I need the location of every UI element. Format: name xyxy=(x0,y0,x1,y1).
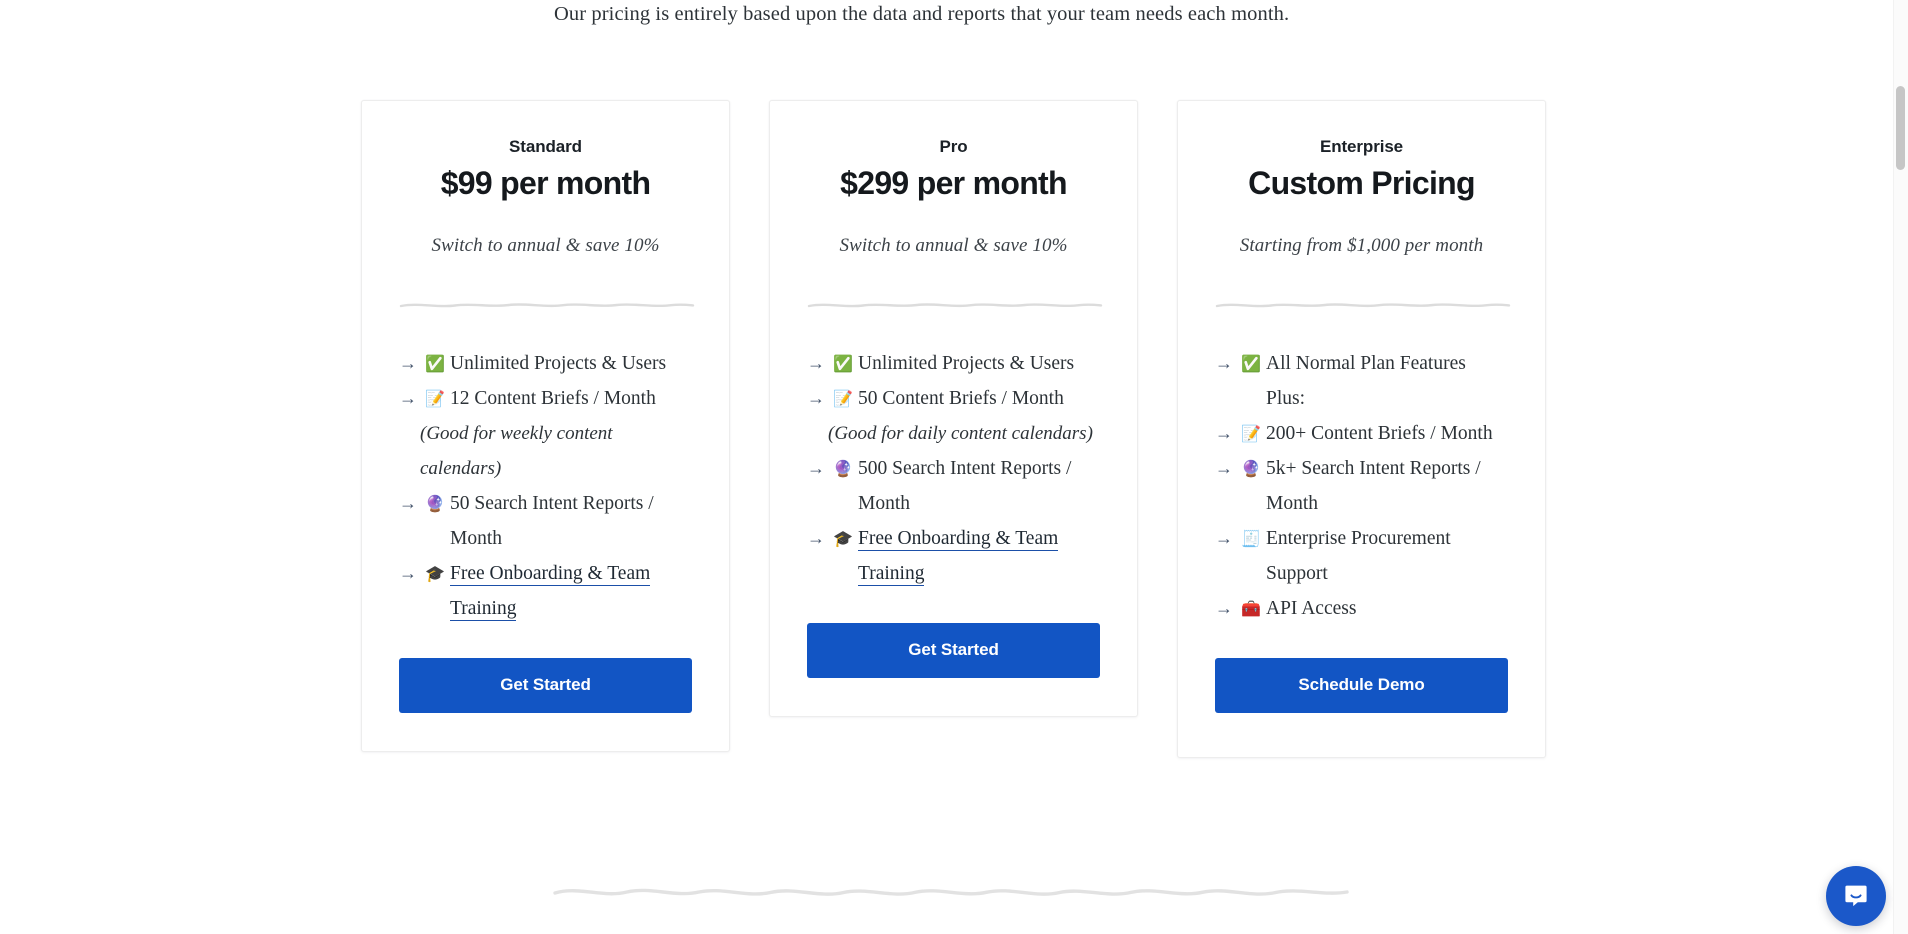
crystal-ball-icon: 🔮 xyxy=(1241,459,1261,478)
arrow-right-icon: → xyxy=(1215,423,1233,443)
pricing-cards: Standard $99 per month Switch to annual … xyxy=(361,100,1547,758)
intro-paragraph: Our pricing is entirely based upon the d… xyxy=(554,3,1290,25)
memo-icon: 📝 xyxy=(425,389,445,408)
memo-icon: 📝 xyxy=(1241,424,1261,443)
arrow-right-icon: → xyxy=(807,353,825,373)
plan-price: $99 per month xyxy=(440,165,651,201)
plan-note: Switch to annual & save 10% xyxy=(839,235,1068,256)
intercom-launcher-button[interactable] xyxy=(1826,866,1886,926)
feature-text: Free Onboarding & Team Training xyxy=(450,556,692,626)
receipt-icon: 🧾 xyxy=(1241,529,1261,548)
toolbox-icon: 🧰 xyxy=(1241,599,1261,618)
plan-price: Custom Pricing xyxy=(1248,165,1475,201)
plan-name: Enterprise xyxy=(1319,137,1404,156)
feature-text: Unlimited Projects & Users xyxy=(858,353,1075,374)
feature-text: 50 Search Intent Reports / Month xyxy=(450,493,654,549)
pricing-card-enterprise: Enterprise Custom Pricing Starting from … xyxy=(1177,100,1546,758)
feature-item: → ✅ All Normal Plan Features Plus: xyxy=(1215,346,1508,416)
onboarding-training-link[interactable]: Free Onboarding & Team Training xyxy=(450,563,651,621)
plan-name: Pro xyxy=(939,137,968,156)
wavy-divider-icon xyxy=(399,303,695,308)
scrollbar-track[interactable] xyxy=(1893,0,1908,934)
feature-list: → ✅ All Normal Plan Features Plus: → 📝 2… xyxy=(1215,346,1508,626)
scrollbar-thumb[interactable] xyxy=(1896,86,1905,170)
feature-item: → 📝 50 Content Briefs / Month xyxy=(807,381,1100,416)
white-check-mark-icon: ✅ xyxy=(833,354,853,373)
arrow-right-icon: → xyxy=(1215,353,1233,373)
feature-text: API Access xyxy=(1266,598,1357,619)
graduation-cap-icon: 🎓 xyxy=(833,529,853,548)
section-wavy-divider-icon xyxy=(553,888,1349,896)
feature-text: Free Onboarding & Team Training xyxy=(858,521,1100,591)
feature-item: → 🔮 50 Search Intent Reports / Month xyxy=(399,486,692,556)
get-started-button[interactable]: Get Started xyxy=(807,623,1100,678)
arrow-right-icon: → xyxy=(399,388,417,408)
arrow-right-icon: → xyxy=(1215,598,1233,618)
intro-section: Our pricing is entirely based upon the d… xyxy=(554,0,1294,34)
pricing-card-standard: Standard $99 per month Switch to annual … xyxy=(361,100,730,752)
arrow-right-icon: → xyxy=(399,353,417,373)
feature-subtext: (Good for daily content calendars) xyxy=(828,423,1093,444)
plan-note: Starting from $1,000 per month xyxy=(1239,235,1484,256)
feature-item: → 📝 200+ Content Briefs / Month xyxy=(1215,416,1508,451)
feature-text: 50 Content Briefs / Month xyxy=(858,388,1064,409)
feature-item: → 🧾 Enterprise Procurement Support xyxy=(1215,521,1508,591)
feature-item: → ✅ Unlimited Projects & Users xyxy=(399,346,692,381)
plan-note: Switch to annual & save 10% xyxy=(431,235,660,256)
onboarding-training-link[interactable]: Free Onboarding & Team Training xyxy=(858,528,1059,586)
pricing-card-pro: Pro $299 per month Switch to annual & sa… xyxy=(769,100,1138,717)
arrow-right-icon: → xyxy=(1215,528,1233,548)
feature-list: → ✅ Unlimited Projects & Users → 📝 50 Co… xyxy=(807,346,1100,591)
feature-text: Enterprise Procurement Support xyxy=(1266,528,1451,584)
graduation-cap-icon: 🎓 xyxy=(425,564,445,583)
memo-icon: 📝 xyxy=(833,389,853,408)
feature-item: → 📝 12 Content Briefs / Month xyxy=(399,381,692,416)
feature-item: → 🔮 500 Search Intent Reports / Month xyxy=(807,451,1100,521)
get-started-button[interactable]: Get Started xyxy=(399,658,692,713)
wavy-divider-icon xyxy=(1215,303,1511,308)
schedule-demo-button[interactable]: Schedule Demo xyxy=(1215,658,1508,713)
arrow-right-icon: → xyxy=(807,528,825,548)
white-check-mark-icon: ✅ xyxy=(1241,354,1261,373)
feature-text: 200+ Content Briefs / Month xyxy=(1266,423,1493,444)
white-check-mark-icon: ✅ xyxy=(425,354,445,373)
crystal-ball-icon: 🔮 xyxy=(425,494,445,513)
feature-text: Unlimited Projects & Users xyxy=(450,353,667,374)
plan-price: $299 per month xyxy=(840,165,1067,201)
chat-bubble-icon xyxy=(1845,885,1867,907)
feature-text: 5k+ Search Intent Reports / Month xyxy=(1266,458,1481,514)
arrow-right-icon: → xyxy=(1215,458,1233,478)
feature-text: 500 Search Intent Reports / Month xyxy=(858,458,1072,514)
wavy-divider-icon xyxy=(807,303,1103,308)
feature-list: → ✅ Unlimited Projects & Users → 📝 12 Co… xyxy=(399,346,692,626)
feature-item: → 🧰 API Access xyxy=(1215,591,1508,626)
feature-item: → ✅ Unlimited Projects & Users xyxy=(807,346,1100,381)
feature-item: → 🎓 Free Onboarding & Team Training xyxy=(807,521,1100,591)
feature-item: → 🔮 5k+ Search Intent Reports / Month xyxy=(1215,451,1508,521)
feature-subtext: (Good for weekly content calendars) xyxy=(420,423,613,479)
crystal-ball-icon: 🔮 xyxy=(833,459,853,478)
arrow-right-icon: → xyxy=(807,388,825,408)
arrow-right-icon: → xyxy=(399,563,417,583)
feature-text: All Normal Plan Features Plus: xyxy=(1266,353,1466,409)
feature-text: 12 Content Briefs / Month xyxy=(450,388,656,409)
arrow-right-icon: → xyxy=(807,458,825,478)
arrow-right-icon: → xyxy=(399,493,417,513)
feature-item: → 🎓 Free Onboarding & Team Training xyxy=(399,556,692,626)
plan-name: Standard xyxy=(509,137,582,156)
